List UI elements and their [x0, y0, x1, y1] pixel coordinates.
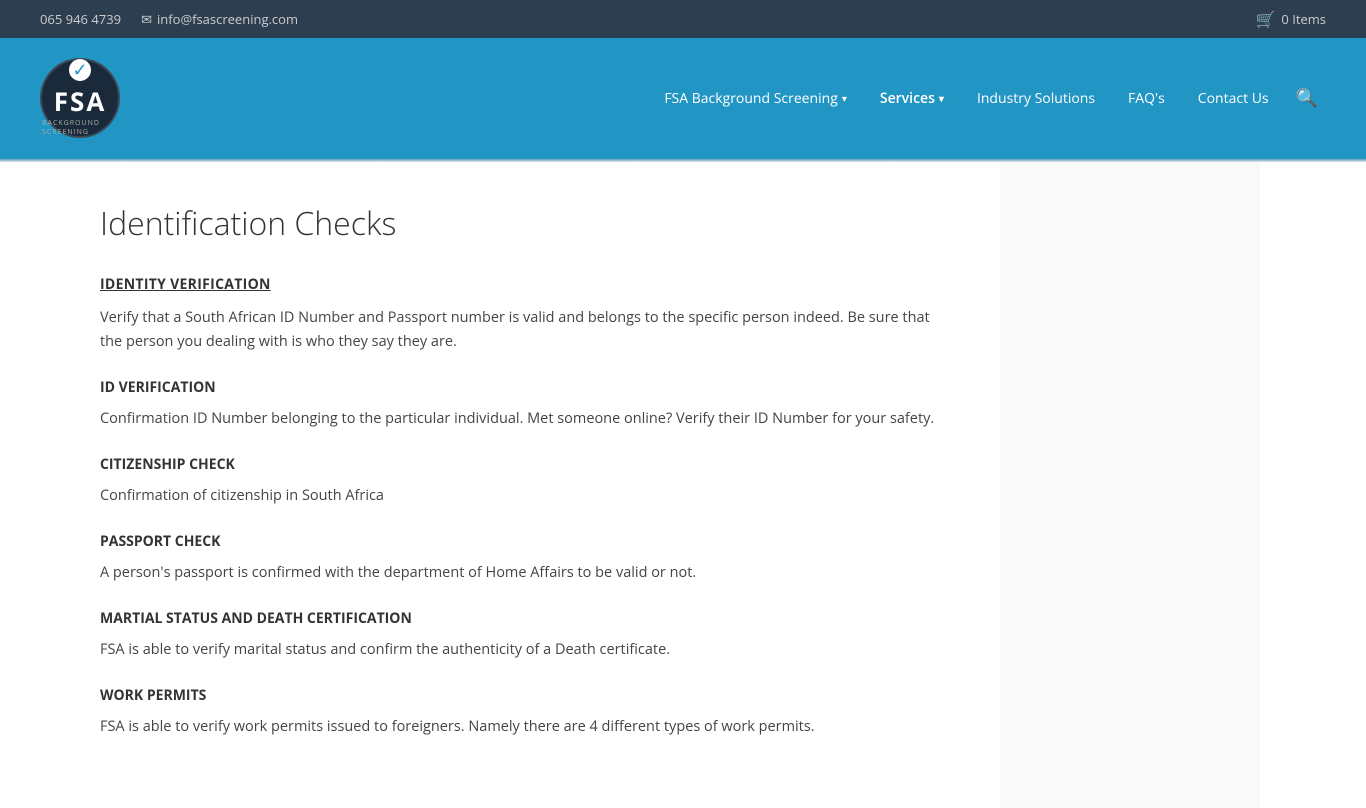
- section-heading-work-permits: WORK PERMITS: [100, 686, 950, 705]
- phone-number: 065 946 4739: [40, 10, 121, 28]
- cart-count: 0 Items: [1281, 10, 1326, 28]
- sidebar: [1000, 162, 1260, 808]
- section-heading-identity: IDENTITY VERIFICATION: [100, 275, 950, 294]
- logo-fsa-text: FSA: [54, 83, 107, 119]
- section-heading-id: ID VERIFICATION: [100, 378, 950, 397]
- section-body-work-permits: FSA is able to verify work permits issue…: [100, 715, 950, 739]
- section-body-identity: Verify that a South African ID Number an…: [100, 306, 950, 354]
- section-heading-martial: MARTIAL STATUS AND DEATH CERTIFICATION: [100, 609, 950, 628]
- nav-item-faqs[interactable]: FAQ's: [1114, 81, 1179, 116]
- email-icon: ✉: [141, 10, 152, 28]
- nav-item-services[interactable]: Services ▾: [866, 81, 958, 116]
- logo[interactable]: ✓ FSA Background Screening: [40, 58, 120, 138]
- checkmark-icon: ✓: [69, 59, 91, 81]
- cart-icon: 🛒: [1255, 8, 1275, 30]
- page-title: Identification Checks: [100, 202, 950, 245]
- section-body-martial: FSA is able to verify marital status and…: [100, 638, 950, 662]
- section-body-passport: A person's passport is confirmed with th…: [100, 561, 950, 585]
- section-id-verification: ID VERIFICATION Confirmation ID Number b…: [100, 378, 950, 431]
- email-link[interactable]: ✉ info@fsascreening.com: [141, 10, 298, 28]
- search-icon[interactable]: 🔍: [1288, 78, 1326, 118]
- chevron-down-icon: ▾: [939, 91, 944, 105]
- nav-item-industry[interactable]: Industry Solutions: [963, 81, 1109, 116]
- section-identity-verification: IDENTITY VERIFICATION Verify that a Sout…: [100, 275, 950, 354]
- main-wrapper: Identification Checks IDENTITY VERIFICAT…: [0, 162, 1366, 808]
- section-heading-passport: PASSPORT CHECK: [100, 532, 950, 551]
- top-bar: 065 946 4739 ✉ info@fsascreening.com 🛒 0…: [0, 0, 1366, 38]
- main-nav: FSA Background Screening ▾ Services ▾ In…: [650, 78, 1326, 118]
- content-area: Identification Checks IDENTITY VERIFICAT…: [0, 162, 1000, 808]
- section-martial-status: MARTIAL STATUS AND DEATH CERTIFICATION F…: [100, 609, 950, 662]
- section-work-permits: WORK PERMITS FSA is able to verify work …: [100, 686, 950, 739]
- nav-item-contact[interactable]: Contact Us: [1184, 81, 1283, 116]
- nav-item-fsa-bg[interactable]: FSA Background Screening ▾: [650, 81, 861, 116]
- logo-circle: ✓ FSA Background Screening: [40, 58, 120, 138]
- top-bar-left: 065 946 4739 ✉ info@fsascreening.com: [40, 10, 298, 28]
- cart-area[interactable]: 🛒 0 Items: [1255, 8, 1326, 30]
- section-body-citizenship: Confirmation of citizenship in South Afr…: [100, 484, 950, 508]
- chevron-down-icon: ▾: [842, 91, 847, 105]
- logo-tagline: Background Screening: [42, 119, 118, 137]
- section-body-id: Confirmation ID Number belonging to the …: [100, 407, 950, 431]
- header: ✓ FSA Background Screening FSA Backgroun…: [0, 38, 1366, 158]
- section-passport: PASSPORT CHECK A person's passport is co…: [100, 532, 950, 585]
- section-citizenship: CITIZENSHIP CHECK Confirmation of citize…: [100, 455, 950, 508]
- section-heading-citizenship: CITIZENSHIP CHECK: [100, 455, 950, 474]
